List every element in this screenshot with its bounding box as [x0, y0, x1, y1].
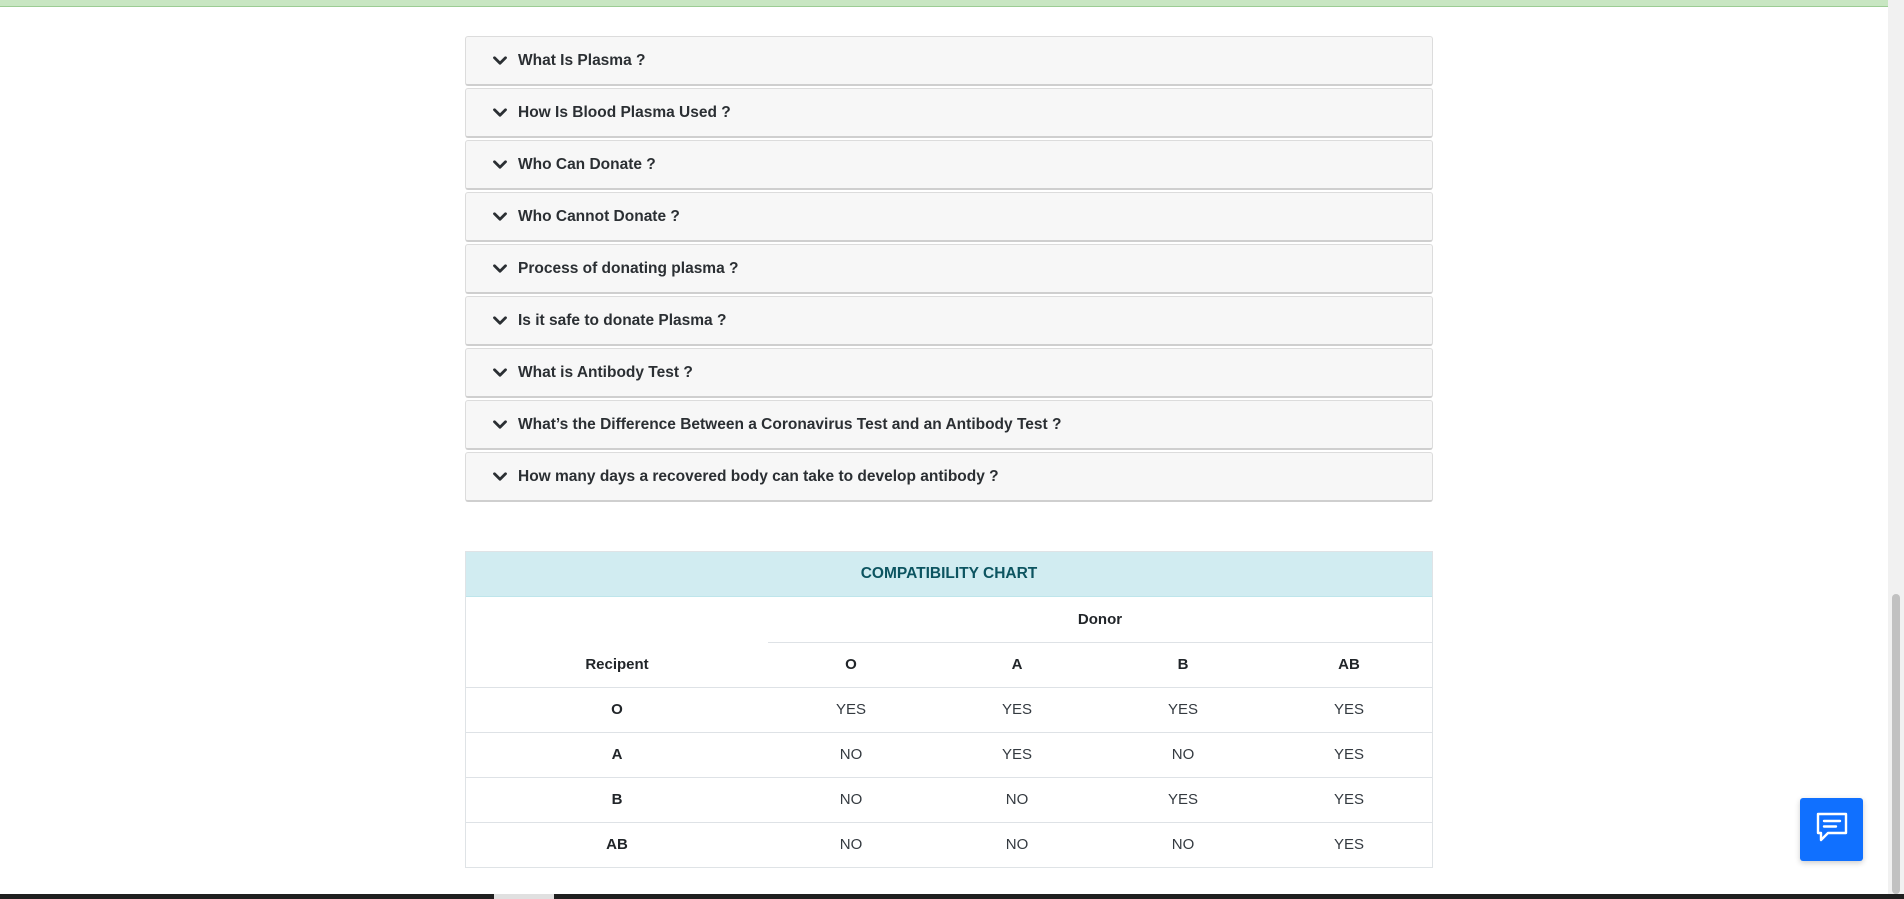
chevron-down-icon — [492, 469, 508, 485]
table-cell: YES — [1266, 821, 1432, 867]
recipient-type: O — [466, 686, 768, 732]
donor-type-header: B — [1100, 641, 1266, 687]
chart-title: COMPATIBILITY CHART — [466, 552, 1432, 597]
table-cell: NO — [934, 821, 1100, 867]
table-cell: NO — [1100, 821, 1266, 867]
faq-question: What’s the Difference Between a Coronavi… — [518, 415, 1062, 433]
faq-item[interactable]: What’s the Difference Between a Coronavi… — [465, 400, 1433, 450]
table-cell: YES — [934, 731, 1100, 777]
faq-question: Is it safe to donate Plasma ? — [518, 311, 727, 329]
chevron-down-icon — [492, 53, 508, 69]
faq-question: Process of donating plasma ? — [518, 259, 739, 277]
table-row: AB NO NO NO YES — [466, 821, 1432, 867]
table-cell: YES — [1266, 776, 1432, 822]
table-row: A NO YES NO YES — [466, 731, 1432, 777]
table-cell: NO — [768, 821, 934, 867]
chevron-down-icon — [492, 313, 508, 329]
faq-item[interactable]: Is it safe to donate Plasma ? — [465, 296, 1433, 346]
table-cell: NO — [768, 731, 934, 777]
table-cell: NO — [1100, 731, 1266, 777]
chevron-down-icon — [492, 209, 508, 225]
faq-item[interactable]: Who Cannot Donate ? — [465, 192, 1433, 242]
table-cell: YES — [768, 686, 934, 732]
donor-type-header: AB — [1266, 641, 1432, 687]
chevron-down-icon — [492, 261, 508, 277]
bottom-edge-segment — [494, 894, 554, 899]
donor-type-header: O — [768, 641, 934, 687]
faq-item[interactable]: What is Antibody Test ? — [465, 348, 1433, 398]
chevron-down-icon — [492, 157, 508, 173]
faq-question: Who Cannot Donate ? — [518, 207, 680, 225]
recipient-type: B — [466, 776, 768, 822]
faq-question: Who Can Donate ? — [518, 155, 656, 173]
faq-question: How Is Blood Plasma Used ? — [518, 103, 731, 121]
recipient-type: A — [466, 731, 768, 777]
faq-item[interactable]: How many days a recovered body can take … — [465, 452, 1433, 502]
bottom-edge-bar — [0, 894, 1904, 899]
faq-item[interactable]: How Is Blood Plasma Used ? — [465, 88, 1433, 138]
recipient-header: Recipent — [585, 655, 649, 673]
table-cell: YES — [934, 686, 1100, 732]
table-cell: NO — [934, 776, 1100, 822]
faq-question: What is Antibody Test ? — [518, 363, 693, 381]
table-header-row: Recipent O A B AB — [466, 641, 1432, 687]
chat-button[interactable] — [1800, 798, 1863, 861]
faq-question: What Is Plasma ? — [518, 51, 646, 69]
table-header-row: Donor — [466, 597, 1432, 642]
table-header-blank — [466, 597, 768, 642]
table-cell: YES — [1266, 731, 1432, 777]
chevron-down-icon — [492, 365, 508, 381]
table-cell: YES — [1266, 686, 1432, 732]
compatibility-chart: COMPATIBILITY CHART Donor Recipent O A B… — [465, 551, 1433, 868]
table-cell: YES — [1100, 686, 1266, 732]
faq-item[interactable]: What Is Plasma ? — [465, 36, 1433, 86]
faq-item[interactable]: Process of donating plasma ? — [465, 244, 1433, 294]
faq-question: How many days a recovered body can take … — [518, 467, 999, 485]
table-cell: YES — [1100, 776, 1266, 822]
table-row: O YES YES YES YES — [466, 686, 1432, 732]
faq-accordion: What Is Plasma ? How Is Blood Plasma Use… — [465, 36, 1433, 504]
chat-bubble-icon — [1815, 811, 1849, 848]
vertical-scrollbar[interactable] — [1888, 0, 1904, 899]
donor-header: Donor — [1077, 610, 1123, 628]
faq-item[interactable]: Who Can Donate ? — [465, 140, 1433, 190]
table-cell: NO — [768, 776, 934, 822]
chevron-down-icon — [492, 105, 508, 121]
table-row: B NO NO YES YES — [466, 776, 1432, 822]
donor-type-header: A — [934, 641, 1100, 687]
page-content: What Is Plasma ? How Is Blood Plasma Use… — [0, 0, 1888, 899]
chevron-down-icon — [492, 417, 508, 433]
recipient-type: AB — [466, 821, 768, 867]
scrollbar-thumb[interactable] — [1892, 594, 1900, 894]
compatibility-table: Donor Recipent O A B AB O YES YES YES YE… — [466, 597, 1432, 867]
